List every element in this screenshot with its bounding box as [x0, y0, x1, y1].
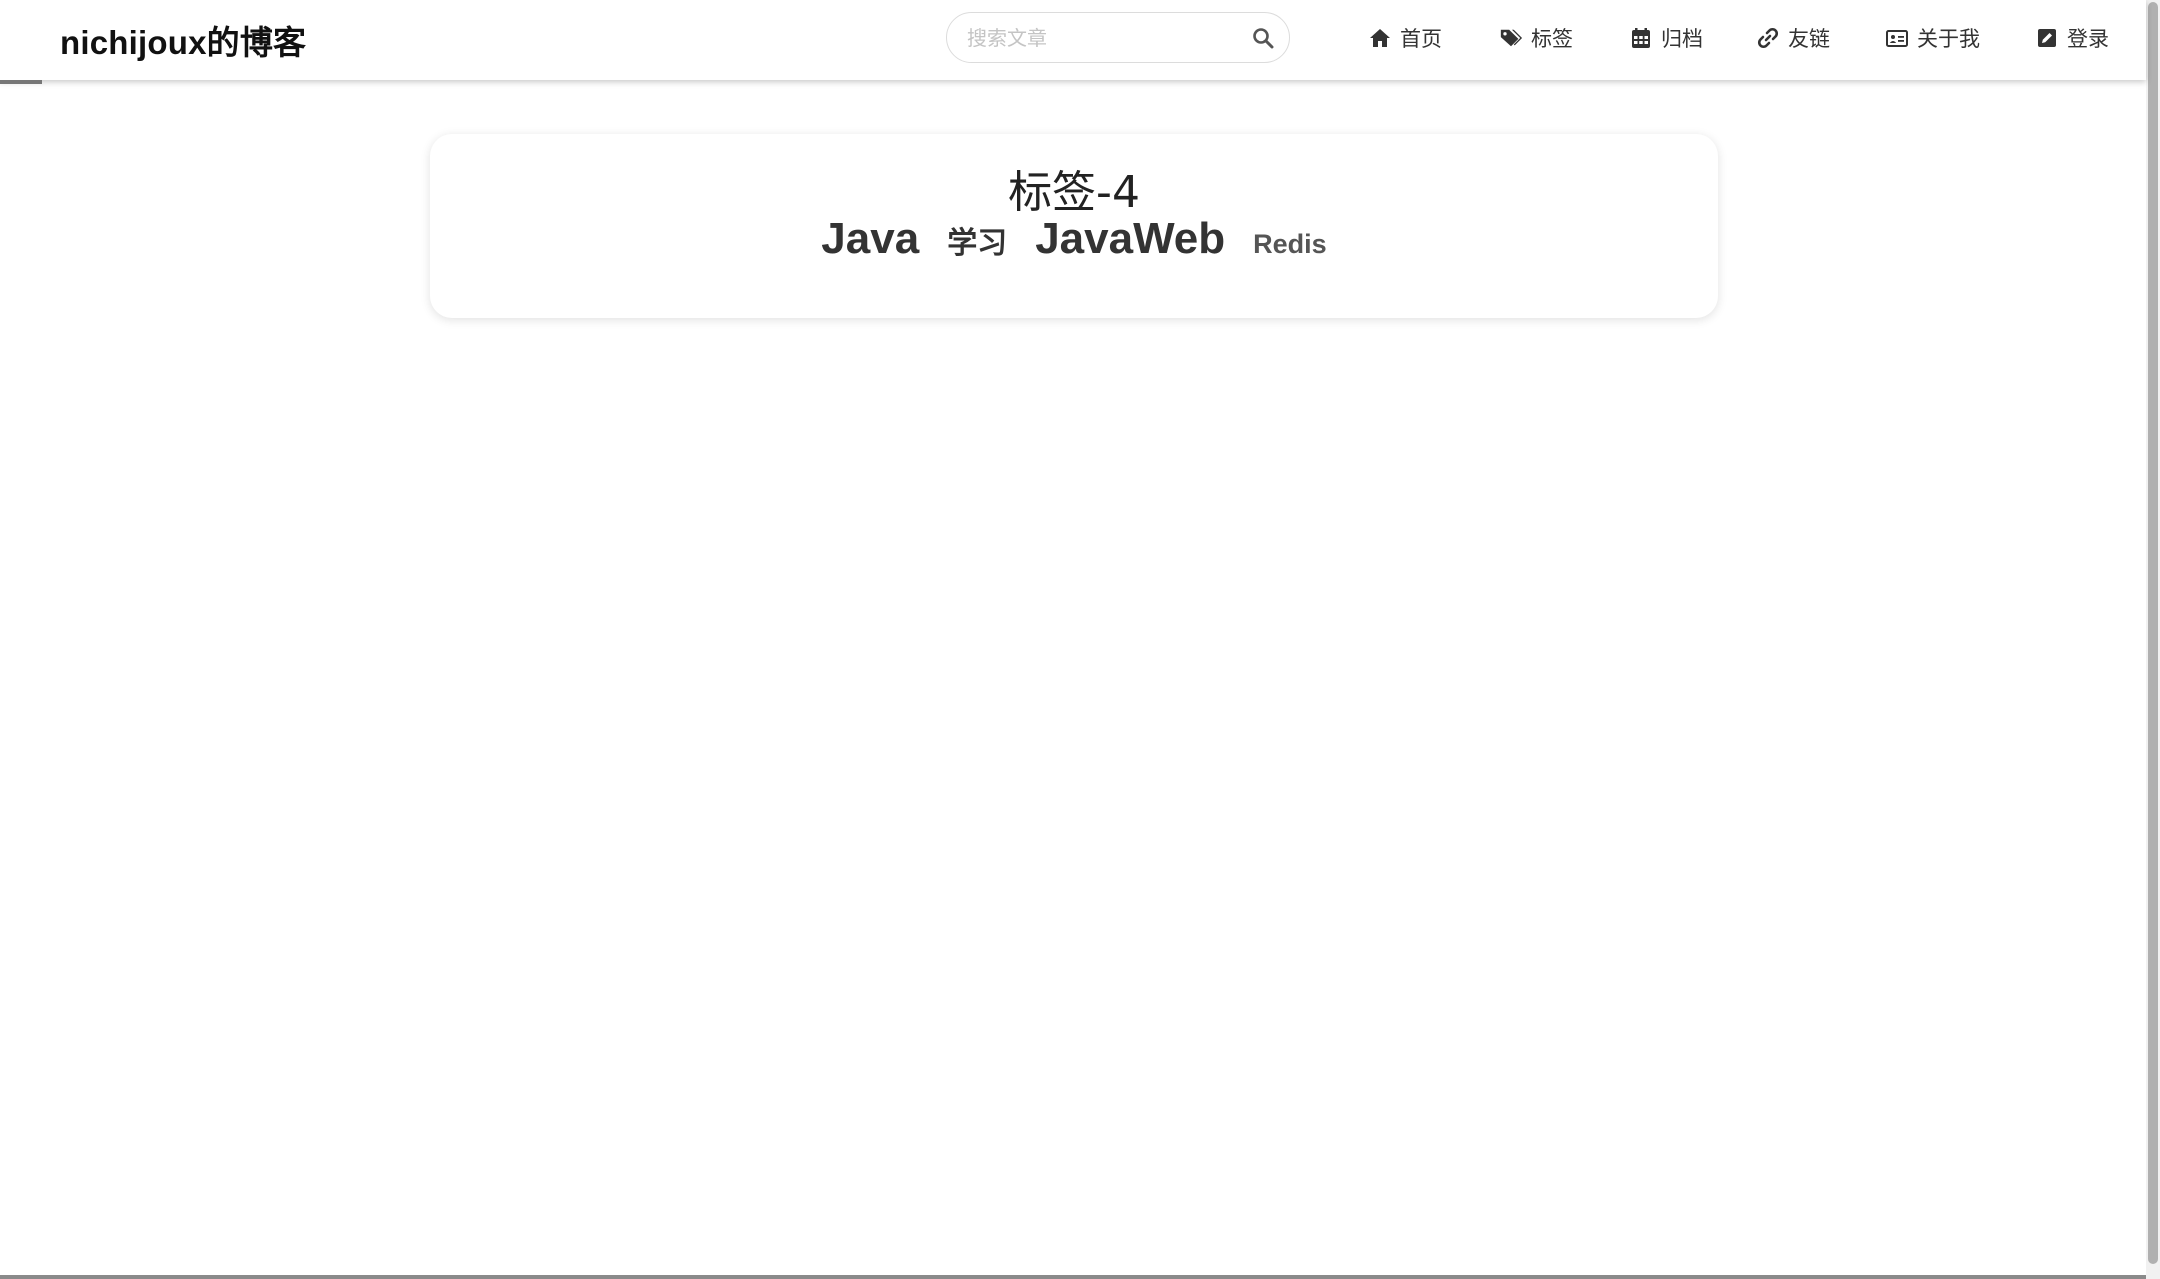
- tag-study[interactable]: 学习: [947, 218, 1007, 262]
- nav-home[interactable]: 首页: [1368, 23, 1442, 53]
- search-input[interactable]: [967, 13, 1237, 62]
- nav-home-label: 首页: [1400, 27, 1442, 51]
- home-icon: [1370, 29, 1390, 47]
- tag-javaweb[interactable]: JavaWeb: [1035, 214, 1225, 264]
- search-icon[interactable]: [1251, 26, 1275, 50]
- page-title: 标签-4: [1008, 167, 1140, 218]
- calendar-icon: [1632, 28, 1650, 48]
- id-card-icon: [1886, 30, 1908, 47]
- tag-redis[interactable]: Redis: [1253, 229, 1327, 260]
- vertical-scrollbar[interactable]: [2146, 0, 2160, 1279]
- nav-tags[interactable]: 标签: [1499, 23, 1573, 53]
- top-navbar: nichijoux的博客 首页 标签: [0, 0, 2146, 80]
- nav-archive[interactable]: 归档: [1629, 23, 1703, 53]
- nav-links[interactable]: 友链: [1756, 23, 1830, 53]
- tag-cloud: Java 学习 JavaWeb Redis: [430, 214, 1718, 264]
- site-title[interactable]: nichijoux的博客: [60, 16, 306, 64]
- tag-java[interactable]: Java: [821, 214, 919, 264]
- nav-about[interactable]: 关于我: [1885, 23, 1980, 53]
- scrollbar-thumb[interactable]: [2148, 2, 2158, 1264]
- nav-about-label: 关于我: [1917, 27, 1980, 51]
- nav-login-label: 登录: [2067, 27, 2109, 51]
- tag-card: 标签-4 Java 学习 JavaWeb Redis: [430, 134, 1718, 318]
- bottom-divider: [0, 1275, 2146, 1279]
- nav-archive-label: 归档: [1661, 27, 1703, 51]
- nav-tags-label: 标签: [1531, 27, 1573, 51]
- nav-login[interactable]: 登录: [2035, 23, 2109, 53]
- reading-progress-bar: [0, 80, 42, 84]
- nav-links-label: 友链: [1788, 27, 1830, 51]
- page: nichijoux的博客 首页 标签: [0, 0, 2160, 1279]
- search-box: [946, 12, 1290, 63]
- link-icon: [1757, 27, 1779, 49]
- edit-icon: [2038, 29, 2056, 47]
- tags-icon: [1500, 29, 1523, 47]
